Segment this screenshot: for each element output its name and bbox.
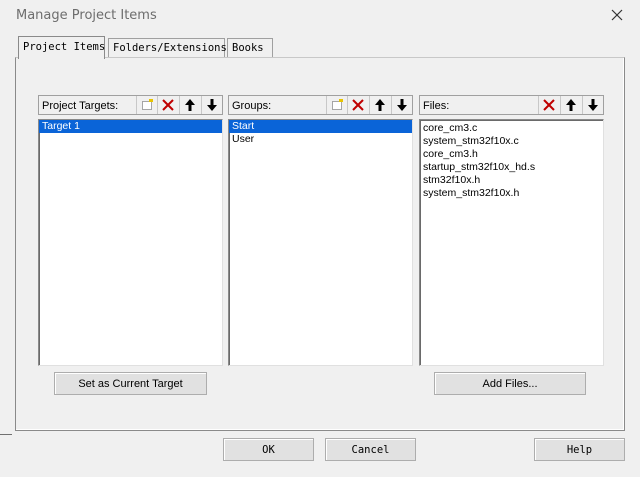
list-item[interactable]: system_stm32f10x.h	[420, 187, 603, 200]
files-move-down-button[interactable]	[582, 96, 603, 114]
files-label: Files:	[423, 100, 450, 112]
groups-header: Groups:	[228, 95, 413, 115]
list-item[interactable]: startup_stm32f10x_hd.s	[420, 161, 603, 174]
delete-icon	[162, 99, 174, 111]
move-up-icon	[566, 99, 576, 111]
move-up-icon	[375, 99, 385, 111]
targets-move-up-button[interactable]	[179, 96, 200, 114]
new-icon	[332, 99, 343, 110]
list-item[interactable]: stm32f10x.h	[420, 174, 603, 187]
targets-new-button[interactable]	[136, 96, 157, 114]
cancel-button[interactable]: Cancel	[325, 438, 416, 461]
files-header: Files:	[419, 95, 604, 115]
move-down-icon	[207, 99, 217, 111]
move-down-icon	[397, 99, 407, 111]
delete-icon	[352, 99, 364, 111]
tab-panel: Project Targets: Target 1 Groups: Start …	[15, 57, 625, 431]
groups-move-down-button[interactable]	[391, 96, 412, 114]
close-icon	[611, 9, 623, 21]
groups-move-up-button[interactable]	[369, 96, 390, 114]
list-item[interactable]: User	[229, 133, 412, 146]
ok-button[interactable]: OK	[223, 438, 314, 461]
set-current-target-button[interactable]: Set as Current Target	[54, 372, 207, 395]
targets-delete-button[interactable]	[157, 96, 178, 114]
delete-icon	[543, 99, 555, 111]
add-files-button[interactable]: Add Files...	[434, 372, 586, 395]
files-list[interactable]: core_cm3.c system_stm32f10x.c core_cm3.h…	[419, 119, 604, 366]
tab-books[interactable]: Books	[227, 38, 273, 57]
list-item[interactable]: core_cm3.h	[420, 148, 603, 161]
list-item[interactable]: system_stm32f10x.c	[420, 135, 603, 148]
tab-project-items[interactable]: Project Items	[18, 36, 105, 59]
move-up-icon	[185, 99, 195, 111]
move-down-icon	[588, 99, 598, 111]
groups-list[interactable]: Start User	[228, 119, 413, 366]
files-delete-button[interactable]	[538, 96, 559, 114]
targets-header: Project Targets:	[38, 95, 223, 115]
targets-label: Project Targets:	[42, 100, 119, 112]
groups-delete-button[interactable]	[347, 96, 368, 114]
window-title: Manage Project Items	[16, 8, 157, 23]
help-button[interactable]: Help	[534, 438, 625, 461]
list-item[interactable]: Target 1	[39, 120, 222, 133]
new-icon	[142, 99, 153, 110]
targets-move-down-button[interactable]	[201, 96, 222, 114]
divider	[0, 434, 12, 435]
list-item[interactable]: core_cm3.c	[420, 122, 603, 135]
close-button[interactable]	[606, 4, 628, 26]
targets-list[interactable]: Target 1	[38, 119, 223, 366]
groups-new-button[interactable]	[326, 96, 347, 114]
groups-label: Groups:	[232, 100, 272, 112]
files-move-up-button[interactable]	[560, 96, 581, 114]
list-item[interactable]: Start	[229, 120, 412, 133]
tab-folders-extensions[interactable]: Folders/Extensions	[108, 38, 227, 57]
